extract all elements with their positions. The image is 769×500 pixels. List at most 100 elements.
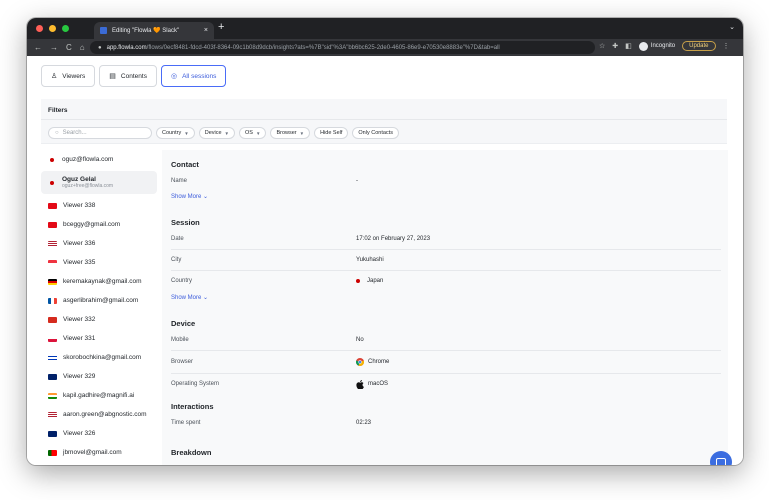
list-item[interactable]: Viewer 335	[41, 253, 157, 272]
incognito-indicator[interactable]: Incognito	[638, 41, 675, 51]
side-panel-icon[interactable]: ◧	[625, 42, 632, 50]
list-item-label: Viewer 336	[63, 240, 96, 247]
contents-icon: ▤	[109, 73, 116, 80]
session-list: oguz@flowla.com Oguz Gelal oguz+free@flowl…	[41, 150, 157, 465]
divider	[171, 373, 721, 374]
country-text: Japan	[367, 278, 384, 284]
reload-icon[interactable]: C	[66, 43, 72, 52]
tab-contents[interactable]: ▤ Contents	[99, 65, 157, 87]
home-icon[interactable]: ⌂	[80, 43, 85, 52]
list-item-label: aaron.green@abgnostic.com	[63, 411, 147, 418]
address-bar[interactable]: ● app.flowla.com /flows/0ecf8481-fdcd-40…	[90, 41, 595, 54]
tab-search-icon[interactable]: ⌄	[729, 23, 735, 31]
list-item[interactable]: aaron.green@abgnostic.com	[41, 405, 157, 424]
filter-country[interactable]: Country ▼	[156, 127, 195, 139]
close-window-button[interactable]	[36, 25, 43, 32]
section-device-title: Device	[171, 319, 196, 328]
list-item-text: asgerlibrahim@gmail.com	[63, 297, 138, 304]
list-item[interactable]: Viewer 331	[41, 329, 157, 348]
page-content: ♙ Viewers ▤ Contents ◎ All sessions Filt…	[27, 56, 743, 465]
list-item[interactable]: Viewer 332	[41, 310, 157, 329]
filter-hide-self[interactable]: Hide Self	[314, 127, 349, 139]
row-value: Chrome	[356, 358, 389, 366]
url-path: /flows/0ecf8481-fdcd-403f-8364-09c1b08d9…	[146, 44, 500, 51]
extensions-icon[interactable]: ✚	[612, 42, 618, 50]
bookmark-star-icon[interactable]: ☆	[599, 42, 605, 50]
section-breakdown-title: Breakdown	[171, 448, 212, 457]
browser-toolbar: ← → C ⌂ ● app.flowla.com /flows/0ecf8481…	[27, 39, 743, 56]
list-item-label: bceggy@gmail.com	[63, 221, 121, 228]
row-label: Name	[171, 178, 188, 184]
browser-tab[interactable]: Editing "Flowla 🧡 Slack" ×	[94, 22, 214, 39]
list-item[interactable]: kapil.gadhire@magnifi.ai	[41, 386, 157, 405]
forward-icon[interactable]: →	[50, 43, 58, 52]
new-tab-button[interactable]: +	[218, 21, 224, 33]
zoom-window-button[interactable]	[62, 25, 69, 32]
window-controls	[36, 25, 69, 32]
row-name: Name -	[171, 172, 721, 190]
filter-device[interactable]: Device ▼	[198, 127, 236, 139]
contact-show-more-link[interactable]: Show More ⌄	[171, 193, 208, 200]
tab-label: Contents	[120, 72, 147, 80]
list-item[interactable]: Viewer 336	[41, 234, 157, 253]
browser-text: Chrome	[368, 359, 390, 365]
update-button[interactable]: Update	[682, 41, 716, 51]
list-item[interactable]: asgerlibrahim@gmail.com	[41, 291, 157, 310]
tr-flag-icon	[48, 221, 57, 228]
fr-flag-icon	[48, 297, 57, 304]
list-item-label: jbmovel@gmail.com	[63, 449, 122, 456]
menu-icon[interactable]: ⋮	[723, 42, 730, 50]
flowla-favicon-icon	[100, 27, 107, 34]
list-item[interactable]: jbmovel@gmail.com	[41, 443, 157, 462]
list-item[interactable]: oguz@flowla.com	[41, 150, 157, 169]
list-item-text: aaron.green@abgnostic.com	[63, 411, 147, 418]
list-item[interactable]: keremakaynak@gmail.com	[41, 272, 157, 291]
list-item-sublabel: oguz+free@flowla.com	[62, 183, 114, 189]
eye-icon: ◎	[170, 73, 178, 80]
filter-browser[interactable]: Browser ▼	[270, 127, 311, 139]
row-value: -	[356, 178, 358, 184]
list-item-text: kapil.gadhire@magnifi.ai	[63, 392, 134, 399]
session-show-more-link[interactable]: Show More ⌄	[171, 294, 208, 301]
tr-flag-icon	[48, 202, 57, 209]
session-details: Contact Name - Show More ⌄ Session Date …	[162, 150, 728, 465]
filter-os[interactable]: OS ▼	[239, 127, 267, 139]
lock-icon: ●	[98, 44, 102, 51]
chevron-down-icon: ▼	[299, 130, 305, 136]
chip-label: Hide Self	[320, 130, 343, 136]
list-item[interactable]: skorobochkina@gmail.com	[41, 348, 157, 367]
de-flag-icon	[48, 278, 57, 285]
incognito-icon	[638, 41, 648, 51]
japan-flag-icon	[50, 157, 54, 162]
row-label: Date	[171, 236, 184, 242]
chevron-down-icon: ▼	[255, 130, 261, 136]
chrome-icon	[356, 358, 364, 366]
list-item[interactable]: Viewer 329	[41, 367, 157, 386]
chat-launcher-button[interactable]	[710, 451, 732, 465]
minimize-window-button[interactable]	[49, 25, 56, 32]
list-item-text: Oguz Gelal oguz+free@flowla.com	[62, 176, 113, 189]
tab-close-icon[interactable]: ×	[204, 27, 208, 34]
list-item[interactable]: Viewer 338	[41, 196, 157, 215]
tab-viewers[interactable]: ♙ Viewers	[41, 65, 96, 87]
filter-only-contacts[interactable]: Only Contacts	[352, 127, 399, 139]
list-item-label: asgerlibrahim@gmail.com	[63, 297, 139, 304]
list-item[interactable]: Oguz Gelal oguz+free@flowla.com	[41, 171, 157, 194]
list-item-text: Viewer 332	[63, 316, 95, 323]
search-input[interactable]: ○ Search...	[48, 127, 152, 139]
row-date: Date 17:02 on February 27, 2023	[171, 230, 721, 248]
list-item-text: Viewer 335	[63, 259, 95, 266]
japan-flag-icon	[50, 180, 54, 185]
back-icon[interactable]: ←	[34, 43, 42, 52]
list-item[interactable]: bceggy@gmail.com	[41, 215, 157, 234]
list-item-text: Viewer 326	[63, 430, 95, 437]
divider	[41, 119, 727, 120]
list-item[interactable]: Viewer 326	[41, 424, 157, 443]
tab-label: All sessions	[182, 72, 217, 80]
row-value: No	[356, 337, 364, 343]
divider	[171, 249, 721, 250]
list-item-label: Viewer 329	[63, 373, 96, 380]
tab-all-sessions[interactable]: ◎ All sessions	[160, 65, 227, 87]
list-item-label: kapil.gadhire@magnifi.ai	[63, 392, 135, 399]
chip-label: Browser	[276, 130, 297, 136]
